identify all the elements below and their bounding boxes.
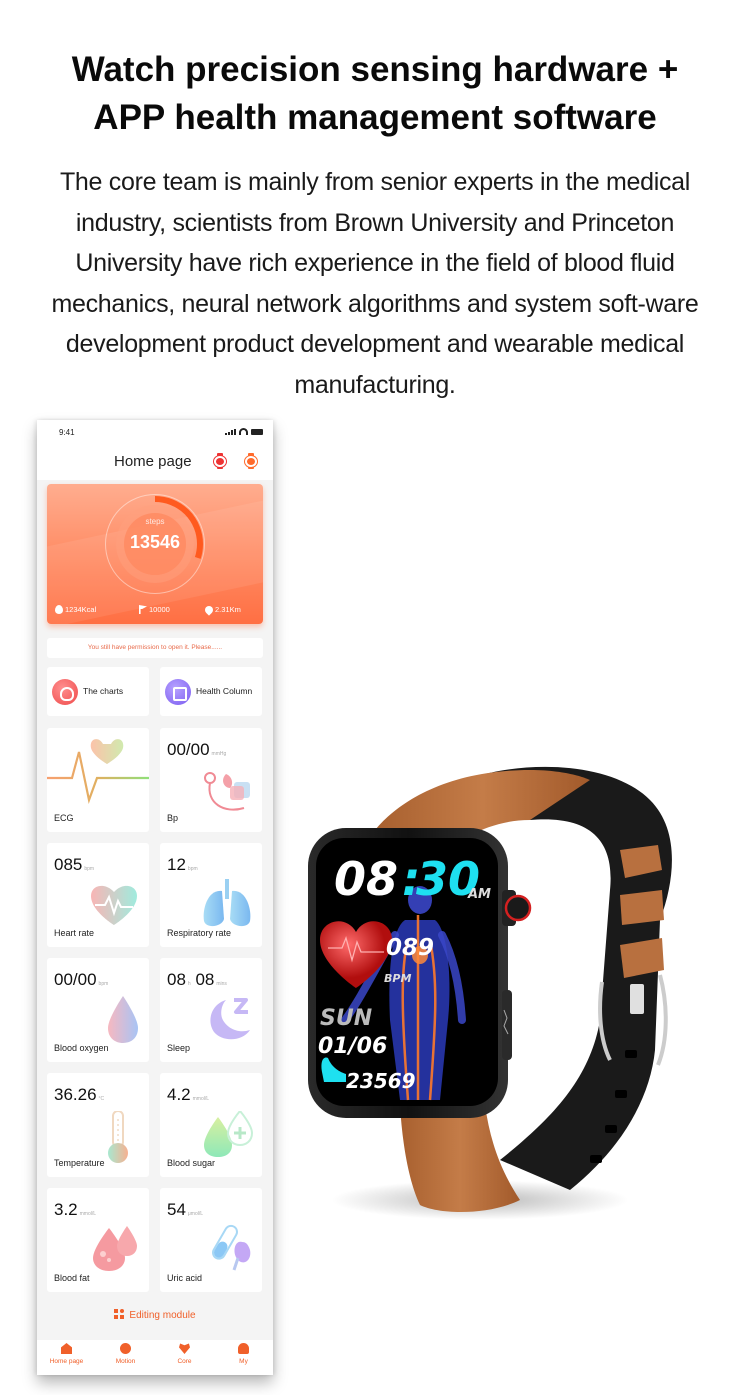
- heart-rate-icon: [91, 885, 137, 925]
- health-column-label: Health Column: [196, 686, 253, 696]
- tile-heart-rate[interactable]: 085 bpm Heart rate: [47, 843, 149, 947]
- charts-button[interactable]: The charts: [47, 667, 149, 716]
- tile-name: Blood sugar: [167, 1158, 216, 1168]
- tile-name: Respiratory rate: [167, 928, 232, 938]
- steps-label: steps: [145, 517, 165, 526]
- tile-blood-fat[interactable]: 3.2 mmol/L Blood fat: [47, 1188, 149, 1292]
- wifi-icon: [239, 428, 248, 435]
- phone-app-screen: 9:41 Home page steps 13546 1234Kcal 1000…: [37, 420, 273, 1375]
- tile-name: Heart rate: [54, 928, 95, 938]
- tab-my[interactable]: My: [214, 1340, 273, 1375]
- status-time: 9:41: [59, 428, 75, 437]
- grid-icon: [114, 1309, 125, 1319]
- tile-ecg[interactable]: ECG: [47, 728, 149, 832]
- strap-keeper: [620, 890, 664, 925]
- goal-stat: 10000: [139, 605, 170, 614]
- headline-line-2: APP health management software: [93, 98, 657, 137]
- tile-value: 00/00 mmHg: [167, 740, 227, 759]
- tile-respiratory-rate[interactable]: 12 bpm Respiratory rate: [160, 843, 262, 947]
- tile-name: Blood fat: [54, 1273, 90, 1283]
- tab-home-page[interactable]: Home page: [37, 1340, 96, 1375]
- tab-motion[interactable]: Motion: [96, 1340, 155, 1375]
- bottom-tab-bar: Home page Motion Core My: [37, 1340, 273, 1375]
- page-title: Home page: [114, 453, 192, 470]
- tile-value: 08 h 08 mins: [167, 970, 227, 989]
- ecg-side-button: [502, 990, 512, 1060]
- steps-card[interactable]: steps 13546 1234Kcal 10000 2.31Km: [47, 484, 263, 624]
- health-column-icon: [165, 679, 191, 705]
- uric-acid-icon: [212, 1224, 251, 1271]
- status-bar: 9:41: [37, 420, 273, 446]
- smartwatch-image: 08 : 30 AM 089 BPM SUN 01/06 23569: [308, 766, 672, 1212]
- thermometer-icon: [108, 1111, 128, 1163]
- flag-icon: [139, 605, 147, 614]
- tile-blood-oxygen[interactable]: 00/00 bpm Blood oxygen: [47, 958, 149, 1062]
- tile-name: Temperature: [54, 1158, 105, 1168]
- battery-icon: [251, 429, 263, 435]
- flame-icon: [55, 605, 63, 614]
- goal-value: 10000: [149, 605, 170, 614]
- permission-notice[interactable]: You still have permission to open it. Pl…: [47, 638, 263, 658]
- blood-sugar-icon: [204, 1111, 254, 1157]
- moon-icon: [210, 998, 250, 1040]
- tile-blood-sugar[interactable]: 4.2 mmol/L Blood sugar: [160, 1073, 262, 1177]
- trophy-icon: [52, 679, 78, 705]
- watch-crown: [504, 894, 532, 922]
- headline-line-1: Watch precision sensing hardware +: [71, 50, 679, 89]
- home-icon: [61, 1343, 72, 1354]
- watch-date: 01/06: [318, 1034, 387, 1059]
- calories-value: 1234Kcal: [65, 605, 97, 614]
- droplet-icon: [108, 996, 138, 1043]
- distance-value: 2.31Km: [215, 605, 241, 614]
- tile-value: 085 bpm: [54, 855, 95, 874]
- watch-day: SUN: [320, 1006, 372, 1031]
- steps-value: 13546: [129, 532, 181, 552]
- calories-stat: 1234Kcal: [55, 605, 96, 614]
- tile-blood-pressure[interactable]: 00/00 mmHg Bp: [160, 728, 262, 832]
- tile-value: 3.2 mmol/L: [54, 1200, 97, 1219]
- tile-sleep[interactable]: 08 h 08 mins Sleep: [160, 958, 262, 1062]
- watch-hour: 08: [334, 852, 398, 906]
- tile-name: Blood oxygen: [54, 1043, 109, 1053]
- tile-name: Sleep: [167, 1043, 191, 1053]
- charts-label: The charts: [83, 686, 124, 696]
- headline: Watch precision sensing hardware + APP h…: [0, 46, 750, 142]
- tile-value: 4.2 mmol/L: [167, 1085, 210, 1104]
- tile-value: 36.26 °C: [54, 1085, 105, 1104]
- watch-heart-unit: BPM: [384, 972, 411, 985]
- tile-value: 54 μmol/L: [167, 1200, 204, 1219]
- editing-module-button[interactable]: Editing module: [37, 1309, 273, 1321]
- location-pin-icon: [203, 603, 215, 616]
- tile-temperature[interactable]: 36.26 °C Temperature: [47, 1073, 149, 1177]
- intro-paragraph: The core team is mainly from senior expe…: [51, 168, 699, 399]
- watch-steps: 23569: [346, 1069, 416, 1093]
- blood-fat-icon: [93, 1226, 137, 1271]
- distance-stat: 2.31Km: [203, 603, 241, 616]
- lungs-icon: [203, 879, 251, 927]
- watch-ampm: AM: [467, 887, 491, 902]
- tile-value: 12 bpm: [167, 855, 198, 874]
- blood-pressure-icon: [204, 772, 250, 811]
- app-header: Home page: [37, 446, 273, 480]
- watch-connect-icon[interactable]: [244, 453, 258, 469]
- health-column-button[interactable]: Health Column: [160, 667, 262, 716]
- tile-uric-acid[interactable]: 54 μmol/L Uric acid: [160, 1188, 262, 1292]
- watch-heart-rate: 089: [386, 935, 434, 961]
- ecg-icon: [47, 739, 149, 805]
- signal-icon: [225, 429, 236, 435]
- watch-device-icon[interactable]: [213, 453, 227, 469]
- tab-core[interactable]: Core: [155, 1340, 214, 1375]
- tile-name: Bp: [167, 813, 179, 823]
- tile-name: Uric acid: [167, 1273, 203, 1283]
- tile-value: 00/00 bpm: [54, 970, 109, 989]
- motion-icon: [120, 1343, 131, 1354]
- heart-icon: [179, 1343, 190, 1354]
- tile-name: ECG: [54, 813, 74, 823]
- user-icon: [238, 1343, 249, 1354]
